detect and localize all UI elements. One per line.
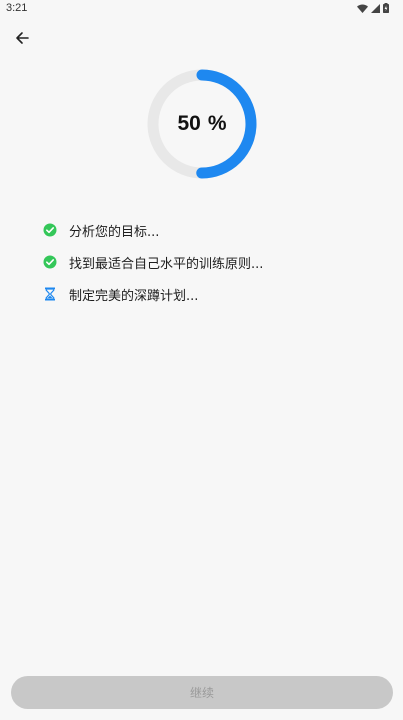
step-list: 分析您的目标... 找到最适合自己水平的训练原则... 制定完美的深蹲计划... bbox=[42, 214, 382, 310]
step-item: 制定完美的深蹲计划... bbox=[42, 278, 382, 310]
back-button[interactable] bbox=[10, 27, 34, 51]
status-time: 3:21 bbox=[6, 2, 28, 14]
wifi-icon bbox=[357, 4, 368, 13]
progress-label: 50 % bbox=[146, 68, 258, 180]
progress-value: 50 bbox=[177, 112, 201, 135]
signal-icon bbox=[371, 3, 380, 13]
continue-button[interactable]: 继续 bbox=[11, 676, 393, 709]
status-icons bbox=[357, 3, 389, 13]
progress-ring: 50 % bbox=[146, 68, 258, 180]
hourglass-icon bbox=[42, 286, 58, 302]
step-label: 分析您的目标... bbox=[69, 224, 160, 240]
step-item: 分析您的目标... bbox=[42, 214, 382, 246]
check-circle-icon bbox=[42, 222, 58, 238]
status-bar: 3:21 bbox=[0, 0, 403, 16]
progress-unit: % bbox=[207, 112, 227, 135]
step-label: 找到最适合自己水平的训练原则... bbox=[69, 256, 264, 272]
check-circle-icon bbox=[42, 254, 58, 270]
battery-icon bbox=[383, 3, 389, 13]
step-item: 找到最适合自己水平的训练原则... bbox=[42, 246, 382, 278]
step-label: 制定完美的深蹲计划... bbox=[69, 288, 199, 304]
arrow-left-icon bbox=[15, 30, 29, 49]
